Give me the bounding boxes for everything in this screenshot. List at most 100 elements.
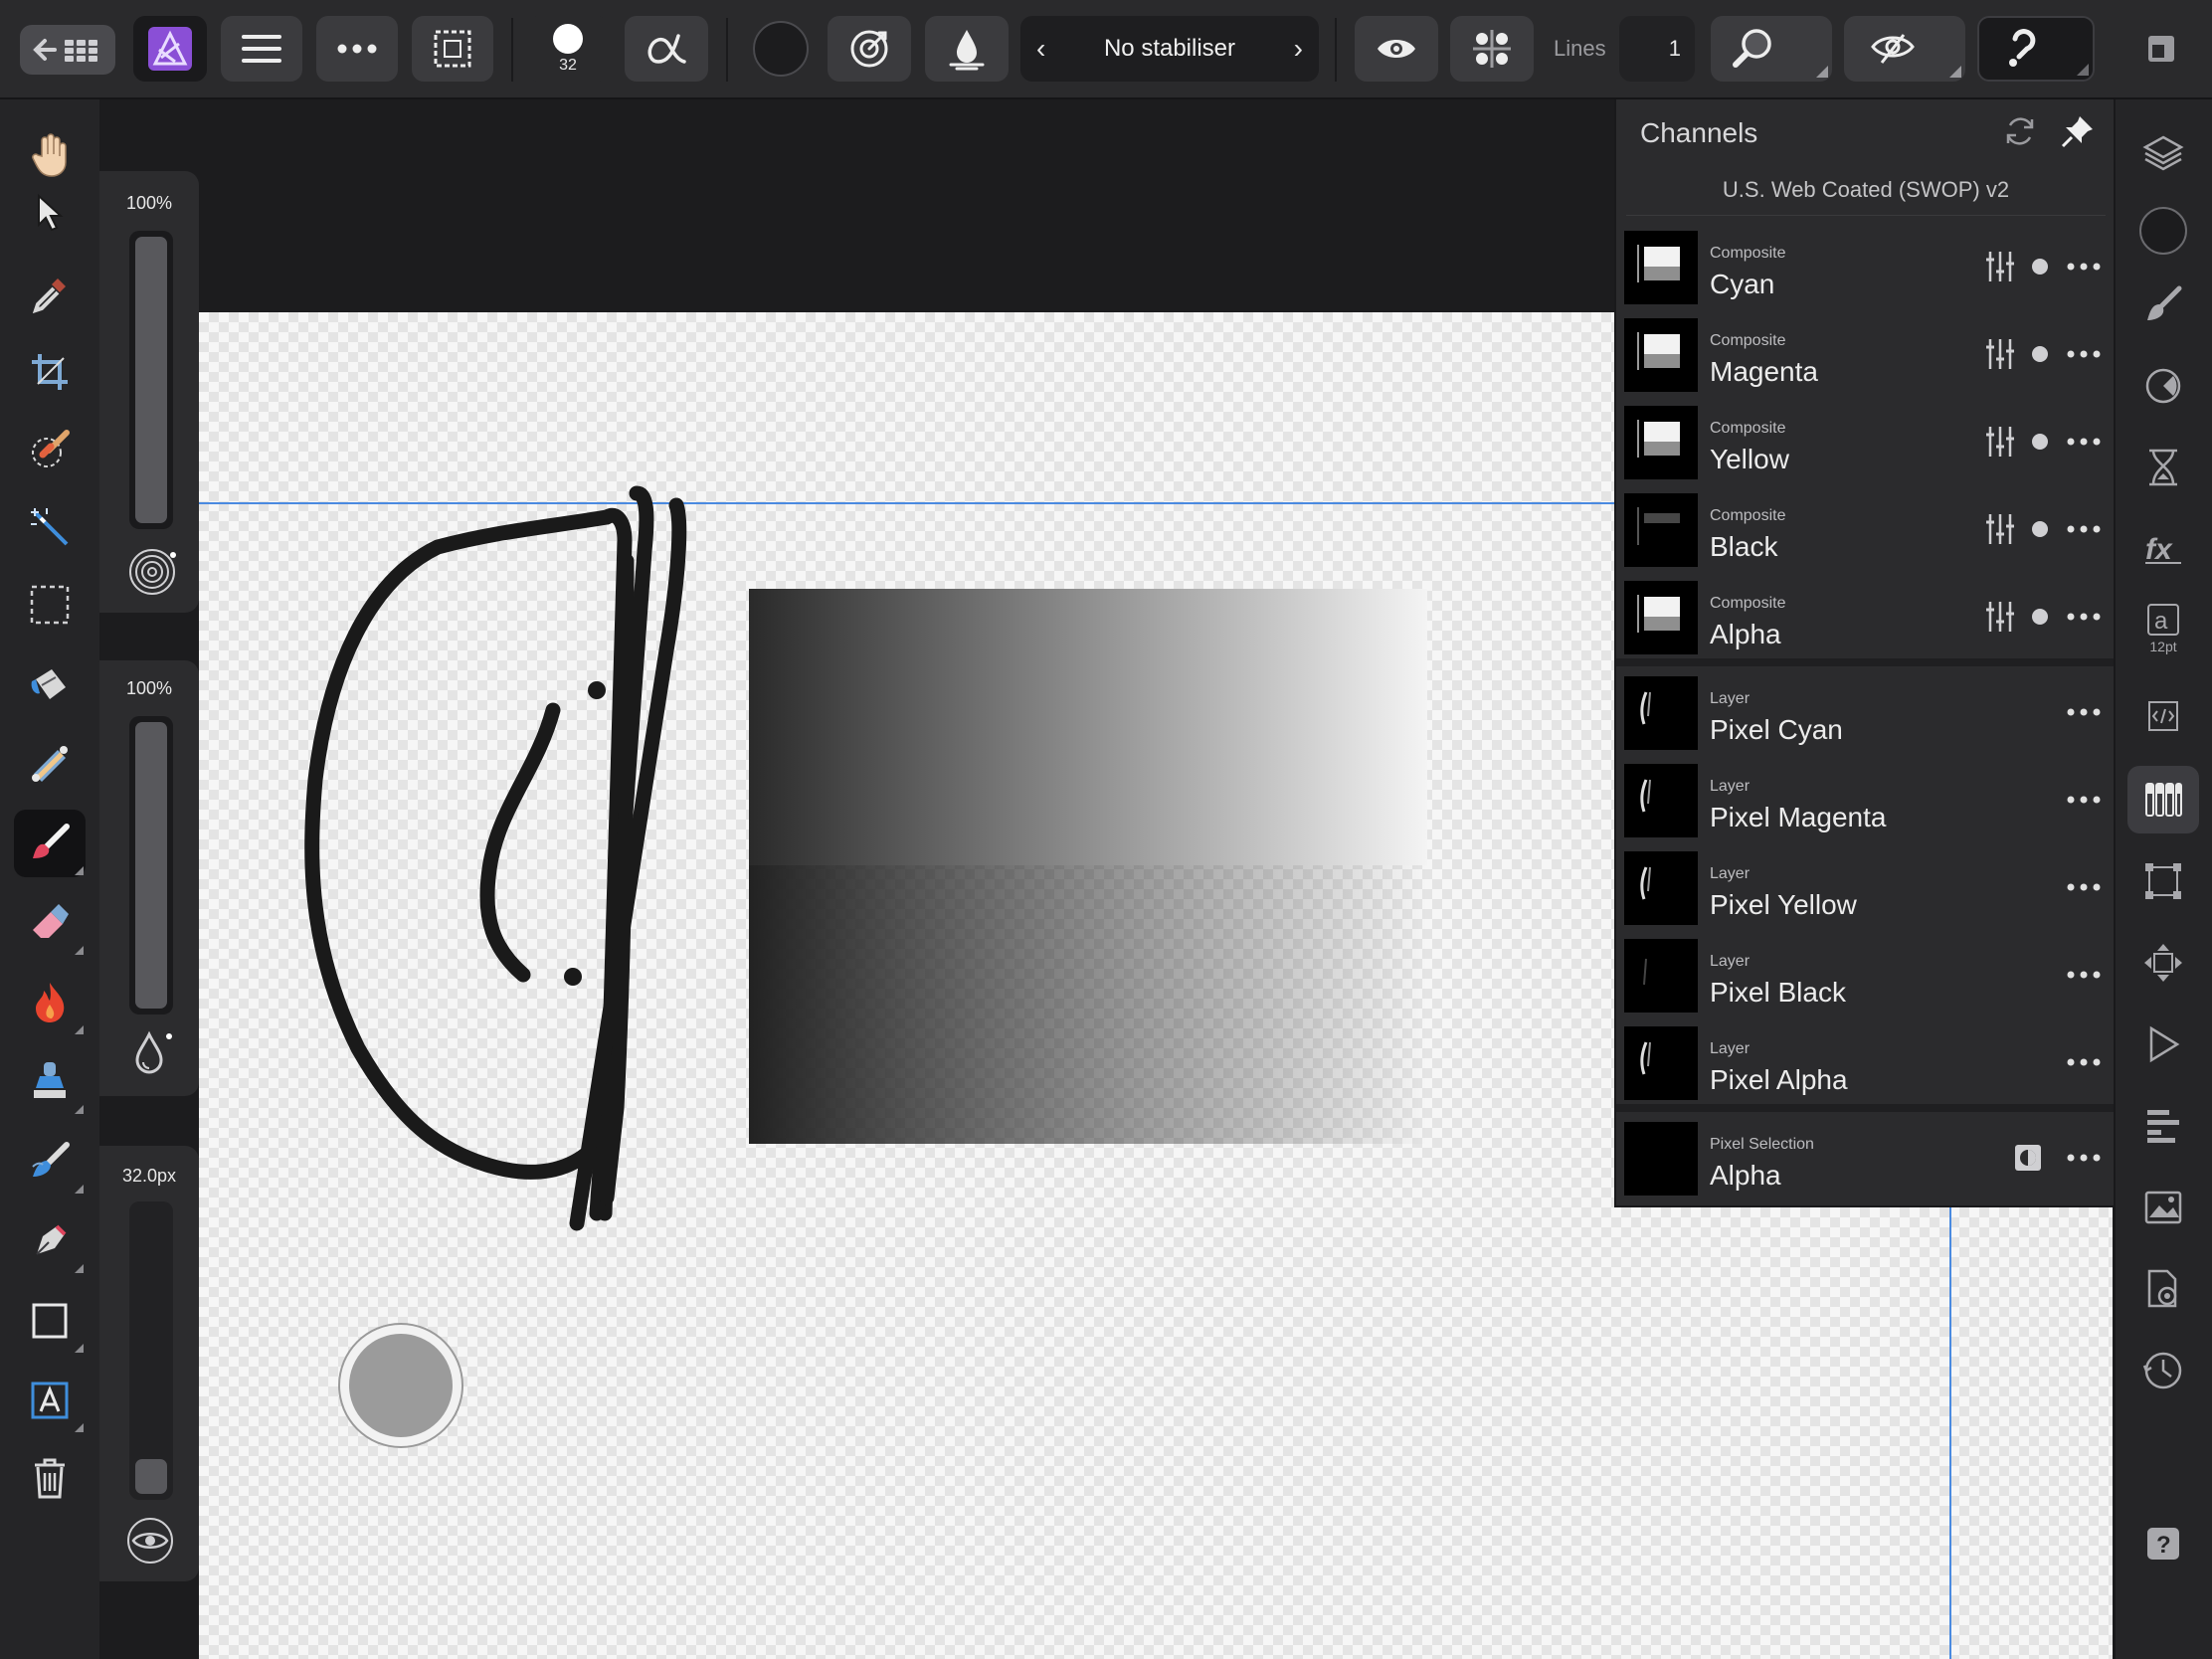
text-tool[interactable] — [14, 1367, 86, 1434]
zoom-options-button[interactable] — [1711, 16, 1832, 82]
hidden-eye-icon — [1871, 34, 1915, 64]
text-styles-studio-button[interactable]: a 12pt — [2127, 595, 2199, 662]
adjust-sliders-icon[interactable] — [1980, 509, 2020, 549]
adjust-sliders-icon[interactable] — [1980, 422, 2020, 461]
view-visibility-button[interactable] — [1355, 16, 1438, 82]
lines-count-field[interactable]: 1 — [1619, 16, 1695, 82]
stabiliser-prev-icon[interactable]: ‹ — [1036, 33, 1045, 65]
channel-row-layer-black[interactable]: Layer Pixel Black — [1624, 935, 2108, 1014]
brush-cursor[interactable] — [338, 1323, 463, 1448]
adjust-sliders-icon[interactable] — [1980, 247, 2020, 286]
channel-more-icon[interactable] — [2064, 597, 2104, 637]
channel-visibility-dot-icon[interactable] — [2020, 509, 2060, 549]
channel-row-layer-cyan[interactable]: Layer Pixel Cyan — [1624, 672, 2108, 752]
paint-brush-tool[interactable] — [14, 810, 86, 877]
channel-group-divider — [1616, 658, 2116, 666]
brush-blend-button[interactable] — [925, 16, 1009, 82]
stock-studio-button[interactable] — [2127, 1174, 2199, 1241]
channel-more-icon[interactable] — [2064, 247, 2104, 286]
delete-tool[interactable] — [14, 1444, 86, 1512]
symmetry-button[interactable] — [1450, 16, 1534, 82]
rectangle-tool[interactable] — [14, 1287, 86, 1355]
selection-brush-tool[interactable] — [14, 416, 86, 483]
channel-row-layer-yellow[interactable]: Layer Pixel Yellow — [1624, 847, 2108, 927]
main-menu-button[interactable] — [221, 16, 302, 82]
rectangular-marquee-tool[interactable] — [14, 571, 86, 639]
flow-value: 100% — [125, 678, 173, 698]
crop-tool[interactable] — [14, 338, 86, 406]
studio-toggle-button[interactable] — [2128, 16, 2194, 82]
color-swatch-button[interactable] — [748, 16, 814, 82]
channels-icon — [2145, 783, 2182, 817]
stabiliser-next-icon[interactable]: › — [1294, 33, 1303, 65]
persona-switcher-button[interactable] — [133, 16, 207, 82]
color-studio-button[interactable] — [2127, 197, 2199, 265]
macro-studio-button[interactable] — [2127, 682, 2199, 750]
channel-row-layer-alpha[interactable]: Layer Pixel Alpha — [1624, 1022, 2108, 1102]
channel-more-icon[interactable] — [2064, 692, 2104, 732]
clone-brush-tool[interactable] — [14, 1048, 86, 1116]
channel-row-layer-magenta[interactable]: Layer Pixel Magenta — [1624, 760, 2108, 839]
channel-more-icon[interactable] — [2064, 422, 2104, 461]
layers-studio-button[interactable] — [2127, 119, 2199, 187]
more-options-button[interactable] — [316, 16, 398, 82]
width-slider-panel: 32.0px — [99, 1146, 199, 1581]
brushes-studio-button[interactable] — [2127, 271, 2199, 338]
help-button[interactable]: ? — [2127, 1510, 2199, 1577]
flood-fill-tool[interactable] — [14, 652, 86, 720]
channel-row-composite-magenta[interactable]: Composite Magenta — [1624, 314, 2108, 394]
channel-visibility-dot-icon[interactable] — [2020, 247, 2060, 286]
adjust-sliders-icon[interactable] — [1980, 597, 2020, 637]
opacity-slider-panel: 100% — [99, 171, 199, 613]
channel-more-icon[interactable] — [2064, 780, 2104, 820]
brush-opacity-alpha-button[interactable] — [625, 16, 708, 82]
channel-visibility-dot-icon[interactable] — [2020, 597, 2060, 637]
burn-brush-tool[interactable] — [14, 969, 86, 1036]
refresh-icon[interactable] — [2002, 113, 2038, 149]
history-studio-button[interactable] — [2127, 1337, 2199, 1404]
channel-more-icon[interactable] — [2064, 955, 2104, 995]
channel-more-icon[interactable] — [2064, 509, 2104, 549]
navigator-studio-button[interactable] — [2127, 929, 2199, 997]
document-settings-studio-button[interactable] — [2127, 1255, 2199, 1323]
channel-more-icon[interactable] — [2064, 1138, 2104, 1178]
fx-studio-button[interactable]: fx — [2127, 515, 2199, 583]
stabiliser-selector[interactable]: ‹ No stabiliser › — [1020, 16, 1319, 82]
opacity-slider[interactable] — [129, 231, 173, 529]
adjustments-studio-button[interactable] — [2127, 352, 2199, 420]
snapshots-studio-button[interactable] — [2127, 1092, 2199, 1160]
channel-row-composite-black[interactable]: Composite Black — [1624, 489, 2108, 569]
pin-icon[interactable] — [2060, 113, 2096, 149]
channel-row-composite-yellow[interactable]: Composite Yellow — [1624, 402, 2108, 481]
color-picker-tool[interactable] — [14, 261, 86, 328]
wet-edges-button[interactable] — [828, 16, 911, 82]
channel-more-icon[interactable] — [2064, 867, 2104, 907]
channel-row-composite-alpha[interactable]: Composite Alpha — [1624, 577, 2108, 656]
back-to-gallery-button[interactable] — [20, 25, 115, 75]
channel-more-icon[interactable] — [2064, 334, 2104, 374]
channel-visibility-dot-icon[interactable] — [2020, 334, 2060, 374]
hide-ui-button[interactable] — [1844, 16, 1965, 82]
channel-row-selection-alpha[interactable]: Pixel Selection Alpha — [1624, 1118, 2108, 1198]
history-hourglass-button[interactable] — [2127, 434, 2199, 501]
play-macro-studio-button[interactable] — [2127, 1011, 2199, 1078]
gradient-tool[interactable] — [14, 730, 86, 798]
brush-size-button[interactable]: 32 — [527, 16, 609, 82]
adjust-sliders-icon[interactable] — [1980, 334, 2020, 374]
channel-row-composite-cyan[interactable]: Composite Cyan — [1624, 227, 2108, 306]
flood-select-tool[interactable] — [14, 493, 86, 561]
channel-more-icon[interactable] — [2064, 1042, 2104, 1082]
move-tool[interactable] — [14, 179, 86, 247]
pen-tool[interactable] — [14, 1207, 86, 1275]
selection-mode-button[interactable] — [412, 16, 493, 82]
assistant-button[interactable] — [1977, 16, 2095, 82]
channels-studio-button[interactable] — [2127, 766, 2199, 833]
smudge-brush-tool[interactable] — [14, 1128, 86, 1196]
invert-mask-icon[interactable] — [2008, 1138, 2048, 1178]
stamp-icon — [34, 1062, 66, 1098]
flow-slider[interactable] — [129, 716, 173, 1014]
erase-brush-tool[interactable] — [14, 889, 86, 957]
channel-visibility-dot-icon[interactable] — [2020, 422, 2060, 461]
transform-studio-button[interactable] — [2127, 847, 2199, 915]
width-slider[interactable] — [129, 1201, 173, 1500]
